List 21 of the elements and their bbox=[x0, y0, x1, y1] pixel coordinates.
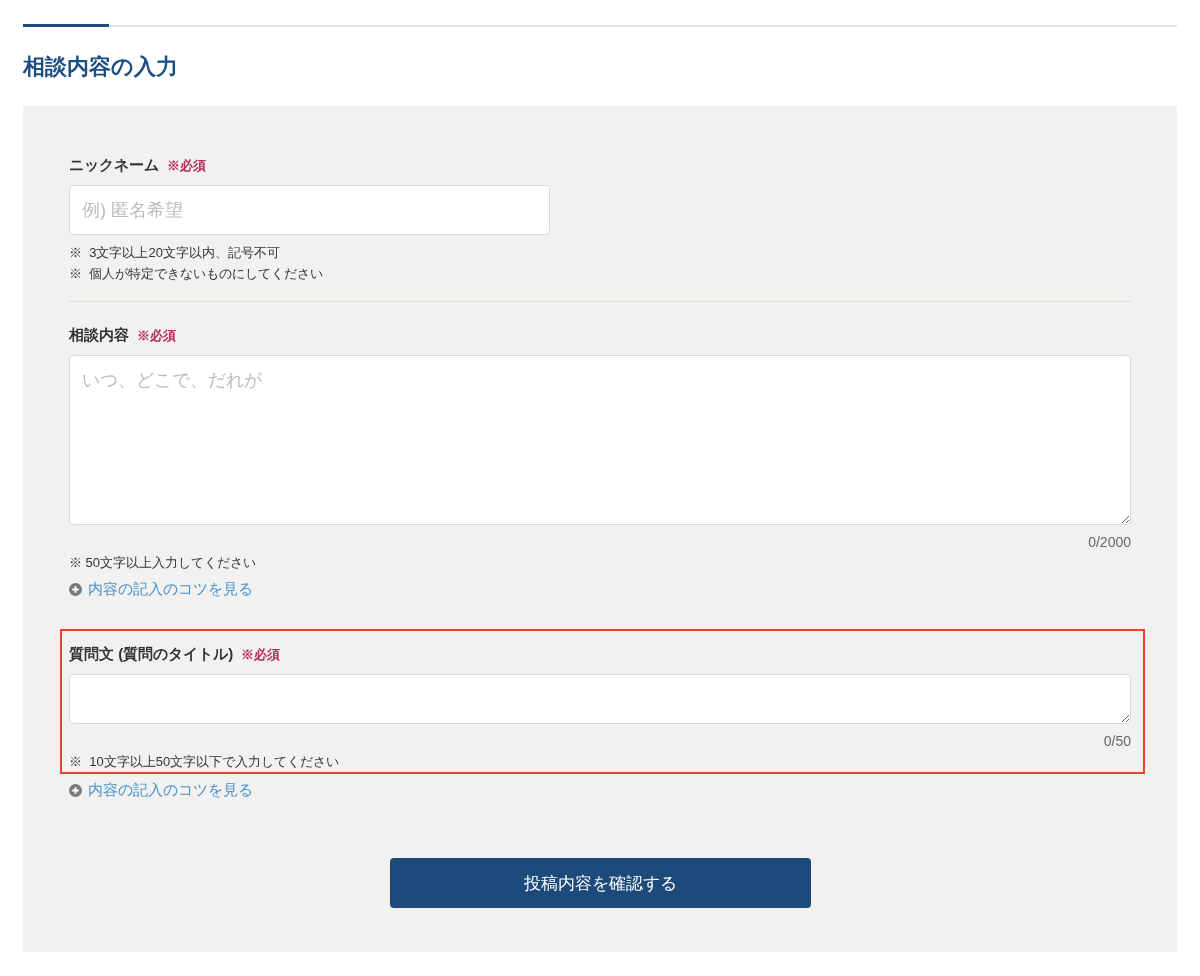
field-note: ※ 10文字以上50文字以下で入力してください bbox=[69, 753, 340, 771]
plus-circle-icon bbox=[69, 582, 82, 596]
section-title: 相談内容の入力 bbox=[23, 53, 178, 81]
required-mark: ※必須 bbox=[167, 157, 206, 175]
field-note: ※ 3文字以上20文字以内、記号不可 bbox=[69, 244, 280, 262]
textarea-field[interactable]: いつ、どこで、だれが bbox=[69, 355, 1131, 525]
character-counter: 0/2000 bbox=[1088, 533, 1131, 552]
required-mark: ※必須 bbox=[137, 327, 176, 345]
field-note: ※ 50文字以上入力してください bbox=[69, 554, 257, 572]
confirm-post-button[interactable]: 投稿内容を確認する bbox=[389, 858, 811, 908]
tips-link[interactable]: 内容の記入のコツを見る bbox=[69, 780, 253, 800]
tips-link[interactable]: 内容の記入のコツを見る bbox=[69, 579, 253, 599]
textarea-field[interactable] bbox=[69, 674, 1131, 724]
character-counter: 0/50 bbox=[1103, 732, 1131, 751]
plus-circle-icon bbox=[69, 783, 82, 797]
text-input-field[interactable]: 例) 匿名希望 bbox=[69, 185, 550, 235]
required-mark: ※必須 bbox=[241, 646, 281, 664]
field-label: ニックネーム bbox=[69, 155, 159, 175]
field-label: 相談内容 bbox=[69, 325, 129, 345]
field-label: 質問文 (質問のタイトル) bbox=[69, 644, 234, 664]
field-note: ※ 個人が特定できないものにしてください bbox=[69, 265, 324, 283]
